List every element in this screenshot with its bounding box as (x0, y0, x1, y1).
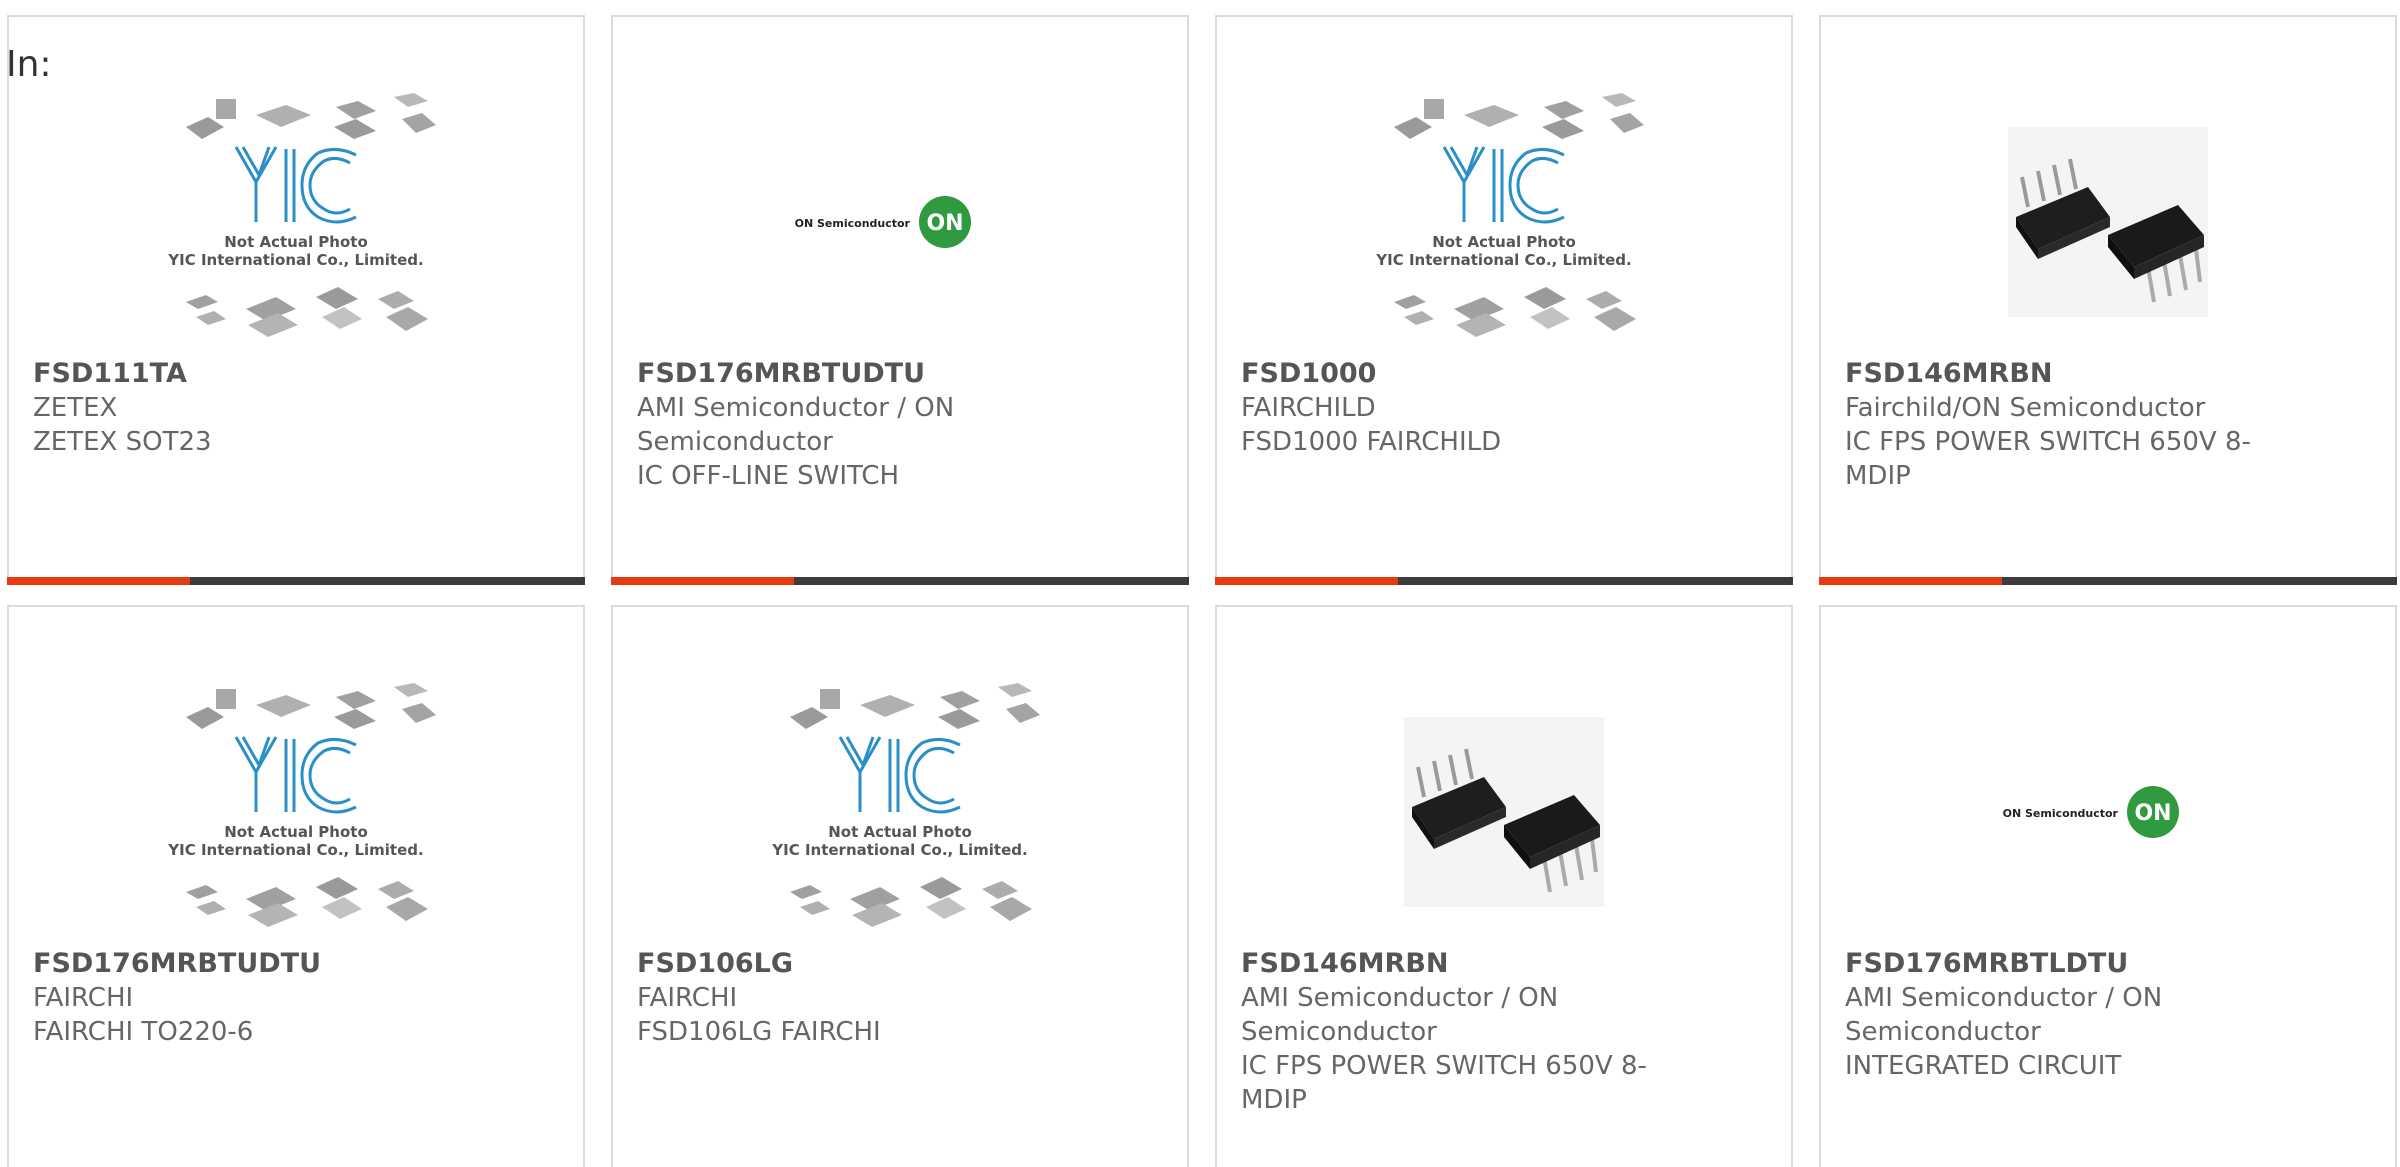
yic-placeholder-image: Not Actual Photo YIC International Co., … (167, 683, 436, 927)
yic-company-text: YIC International Co., Limited. (1375, 251, 1631, 269)
product-image[interactable]: Not Actual Photo YIC International Co., … (1217, 77, 1791, 367)
product-image[interactable]: ON Semiconductor ON (1821, 667, 2395, 957)
yic-placeholder-image: Not Actual Photo YIC International Co., … (771, 683, 1040, 927)
yic-company-text: YIC International Co., Limited. (167, 251, 423, 269)
product-info: FSD176MRBTUDTU AMI Semiconductor / ON Se… (637, 357, 1077, 493)
product-card[interactable]: Not Actual Photo YIC International Co., … (611, 605, 1189, 1167)
manufacturer: FAIRCHILD (1241, 393, 1376, 423)
manufacturer: Fairchild/ON Semiconductor (1845, 393, 2206, 423)
product-image[interactable]: Not Actual Photo YIC International Co., … (9, 77, 583, 367)
on-wordmark: ON Semiconductor (2003, 807, 2119, 820)
product-image[interactable]: Not Actual Photo YIC International Co., … (613, 667, 1187, 957)
description: IC FPS POWER SWITCH 650V 8-MDIP (1845, 427, 2251, 491)
on-badge-text: ON (926, 211, 963, 236)
part-number-link[interactable]: FSD146MRBN (1241, 947, 1681, 981)
manufacturer: ZETEX (33, 393, 118, 423)
part-number-link[interactable]: FSD176MRBTLDTU (1845, 947, 2285, 981)
part-number-link[interactable]: FSD111TA (33, 357, 473, 391)
description: INTEGRATED CIRCUIT (1845, 1051, 2122, 1081)
product-card[interactable]: ON Semiconductor ON FSD176MRBTUDTU AMI S… (611, 15, 1189, 585)
product-image[interactable]: Not Actual Photo YIC International Co., … (9, 667, 583, 957)
filter-label: In: (6, 44, 52, 85)
part-number-link[interactable]: FSD106LG (637, 947, 1077, 981)
not-actual-photo-text: Not Actual Photo (224, 823, 368, 841)
dip-chip-image (2008, 127, 2208, 317)
description: IC OFF-LINE SWITCH (637, 461, 900, 491)
product-card[interactable]: FSD146MRBN AMI Semiconductor / ON Semico… (1215, 605, 1793, 1167)
not-actual-photo-text: Not Actual Photo (224, 233, 368, 251)
on-semiconductor-logo: ON Semiconductor ON (2003, 786, 2179, 838)
yic-company-text: YIC International Co., Limited. (167, 841, 423, 859)
manufacturer: AMI Semiconductor / ON Semiconductor (1845, 983, 2163, 1047)
on-wordmark: ON Semiconductor (795, 217, 911, 230)
yic-placeholder-image: Not Actual Photo YIC International Co., … (167, 93, 436, 337)
product-info: FSD1000 FAIRCHILD FSD1000 FAIRCHILD (1241, 357, 1681, 459)
card-accent-bar (7, 577, 190, 585)
manufacturer: FAIRCHI (637, 983, 738, 1013)
product-image[interactable]: ON Semiconductor ON (613, 77, 1187, 367)
product-card[interactable]: FSD146MRBN Fairchild/ON Semiconductor IC… (1819, 15, 2397, 585)
description: FAIRCHI TO220-6 (33, 1017, 254, 1047)
product-info: FSD111TA ZETEX ZETEX SOT23 (33, 357, 473, 459)
product-image[interactable] (1821, 77, 2395, 367)
product-card[interactable]: Not Actual Photo YIC International Co., … (7, 605, 585, 1167)
card-bottom-bar (7, 577, 585, 585)
description: FSD1000 FAIRCHILD (1241, 427, 1502, 457)
card-bottom-bar (1215, 577, 1793, 585)
manufacturer: FAIRCHI (33, 983, 134, 1013)
part-number-link[interactable]: FSD1000 (1241, 357, 1681, 391)
not-actual-photo-text: Not Actual Photo (1432, 233, 1576, 251)
product-info: FSD146MRBN AMI Semiconductor / ON Semico… (1241, 947, 1681, 1117)
manufacturer: AMI Semiconductor / ON Semiconductor (1241, 983, 1559, 1047)
card-accent-bar (611, 577, 794, 585)
card-accent-bar (1215, 577, 1398, 585)
card-accent-bar (1819, 577, 2002, 585)
manufacturer: AMI Semiconductor / ON Semiconductor (637, 393, 955, 457)
yic-placeholder-image: Not Actual Photo YIC International Co., … (1375, 93, 1644, 337)
description: IC FPS POWER SWITCH 650V 8-MDIP (1241, 1051, 1647, 1115)
product-info: FSD146MRBN Fairchild/ON Semiconductor IC… (1845, 357, 2285, 493)
on-semiconductor-logo: ON Semiconductor ON (795, 196, 971, 248)
yic-company-text: YIC International Co., Limited. (771, 841, 1027, 859)
not-actual-photo-text: Not Actual Photo (828, 823, 972, 841)
product-image[interactable] (1217, 667, 1791, 957)
dip-chip-image (1404, 717, 1604, 907)
on-badge-text: ON (2134, 801, 2171, 826)
product-info: FSD176MRBTLDTU AMI Semiconductor / ON Se… (1845, 947, 2285, 1083)
product-card[interactable]: Not Actual Photo YIC International Co., … (1215, 15, 1793, 585)
product-grid-page: In: Not Actual Photo YIC International C… (0, 0, 2400, 1167)
product-card[interactable]: ON Semiconductor ON FSD176MRBTLDTU AMI S… (1819, 605, 2397, 1167)
part-number-link[interactable]: FSD176MRBTUDTU (637, 357, 1077, 391)
part-number-link[interactable]: FSD176MRBTUDTU (33, 947, 473, 981)
product-info: FSD106LG FAIRCHI FSD106LG FAIRCHI (637, 947, 1077, 1049)
description: ZETEX SOT23 (33, 427, 212, 457)
card-bottom-bar (1819, 577, 2397, 585)
card-bottom-bar (611, 577, 1189, 585)
description: FSD106LG FAIRCHI (637, 1017, 881, 1047)
part-number-link[interactable]: FSD146MRBN (1845, 357, 2285, 391)
product-info: FSD176MRBTUDTU FAIRCHI FAIRCHI TO220-6 (33, 947, 473, 1049)
product-card[interactable]: Not Actual Photo YIC International Co., … (7, 15, 585, 585)
